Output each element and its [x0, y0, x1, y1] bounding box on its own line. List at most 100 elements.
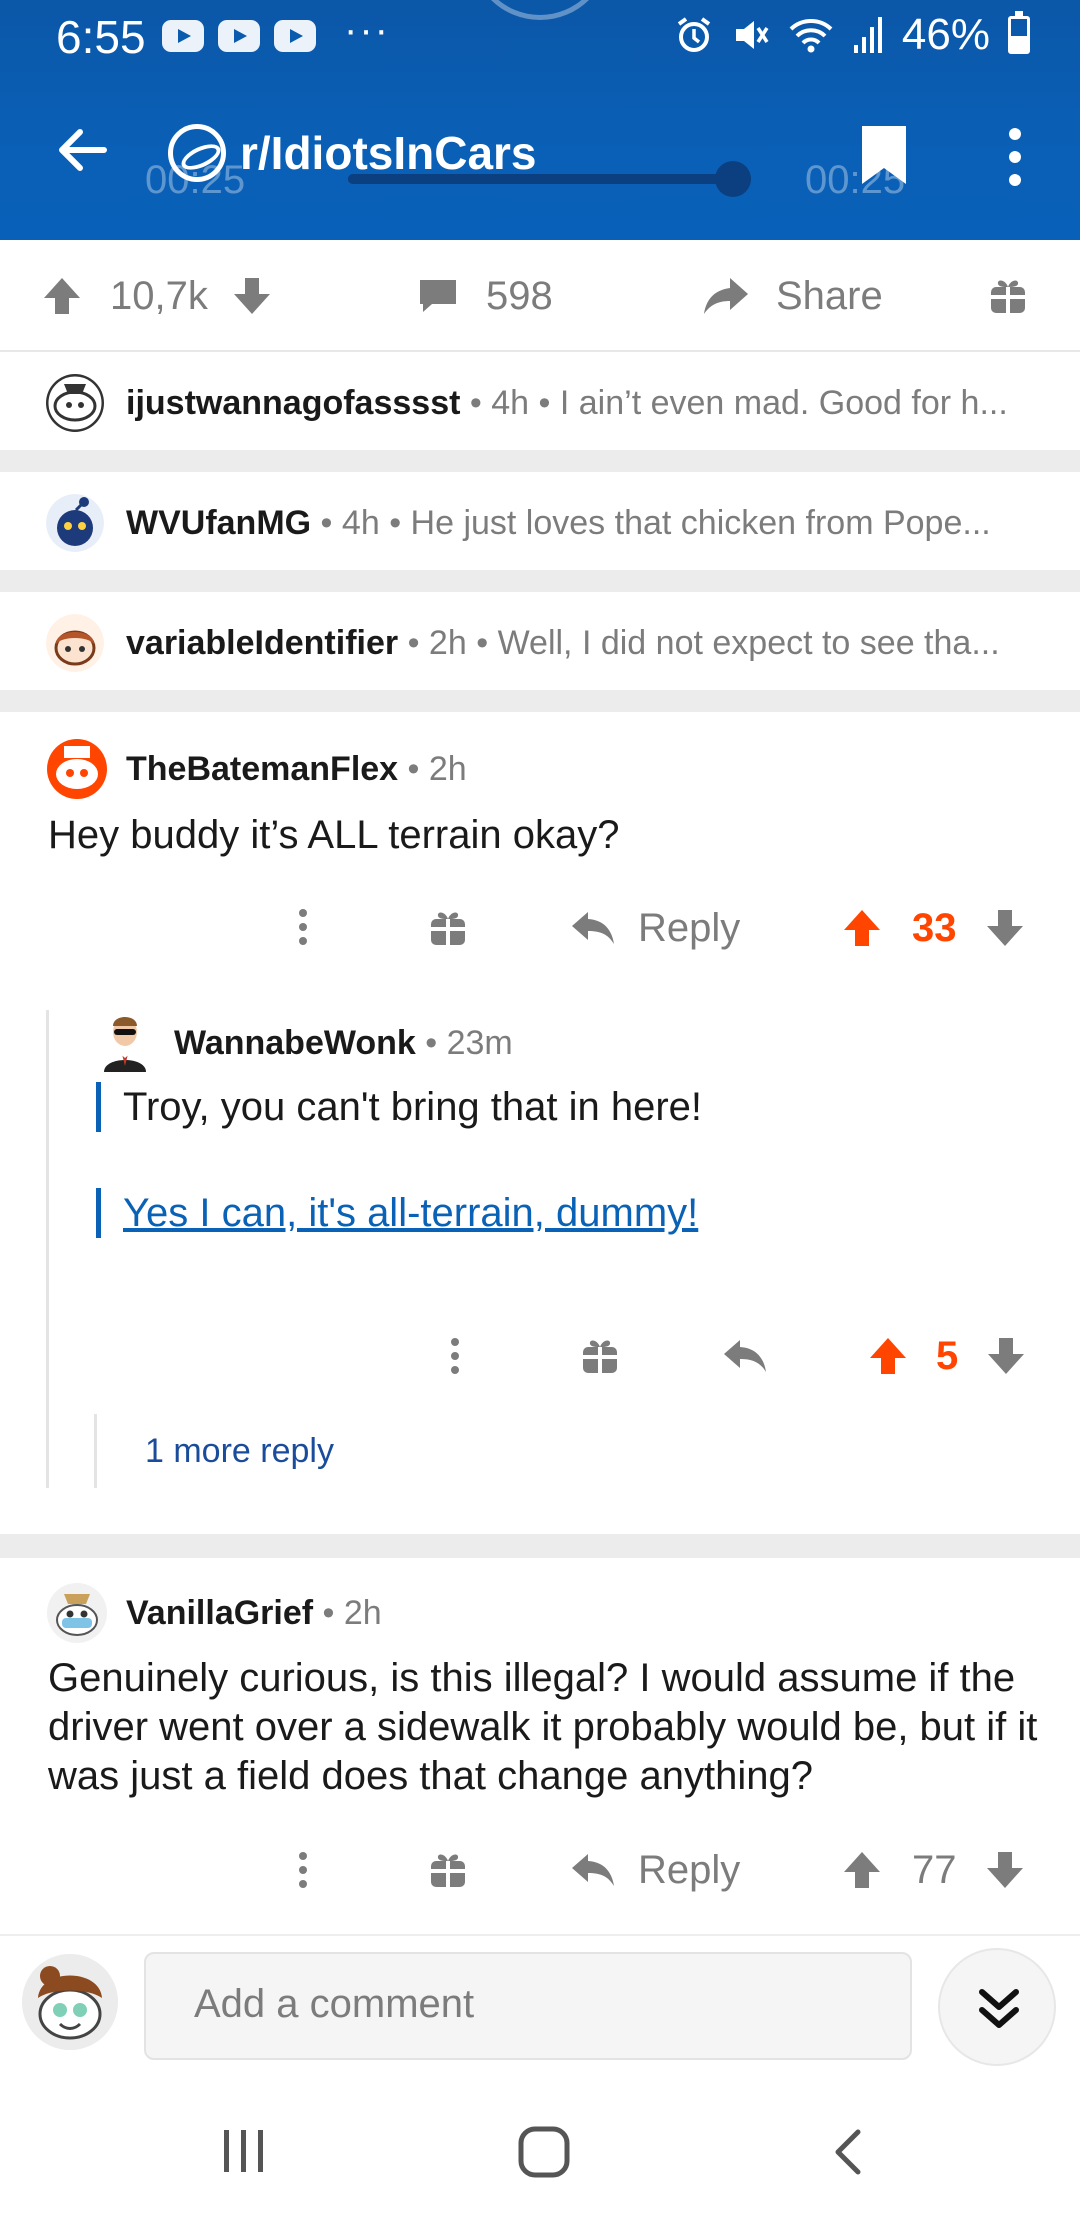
reply-quote: Troy, you can't bring that in here! [96, 1082, 702, 1132]
wifi-icon [789, 19, 833, 53]
status-time: 6:55 [56, 11, 146, 63]
thread-line[interactable] [94, 1414, 97, 1488]
upvote-icon[interactable] [866, 1334, 910, 1378]
comment-vote-group: 33 [840, 900, 1027, 956]
notification-icons [162, 20, 316, 52]
back-nav-icon[interactable] [828, 2126, 868, 2178]
overflow-icon[interactable] [1000, 124, 1030, 190]
comment-preview: I ain’t even mad. Good for h... [559, 384, 1008, 422]
subreddit-planet-icon[interactable] [168, 124, 226, 182]
username[interactable]: TheBatemanFlex [126, 750, 398, 788]
comment-preview: He just loves that chicken from Pope... [410, 504, 991, 542]
downvote-icon[interactable] [984, 1334, 1028, 1378]
share-button[interactable]: Share [702, 240, 883, 352]
username[interactable]: variableIdentifier [126, 624, 398, 662]
recent-apps-icon[interactable] [220, 2126, 268, 2176]
reply-icon [572, 912, 614, 944]
comment-age: 23m [446, 1024, 513, 1062]
upvote-icon[interactable] [840, 1848, 884, 1892]
status-right: 46% [674, 10, 1030, 60]
downvote-icon[interactable] [983, 1848, 1027, 1892]
comment-age: 4h [341, 504, 380, 542]
more-replies-link[interactable]: 1 more reply [145, 1432, 334, 1471]
user-avatar [46, 494, 104, 552]
comment-age: 2h [428, 624, 467, 662]
collapsed-comment[interactable]: ijustwannagofasssst • 4h • I ain’t even … [0, 354, 1080, 450]
reply-icon[interactable] [722, 1336, 768, 1376]
comment-overflow-icon[interactable] [440, 1334, 470, 1378]
thread-line[interactable] [46, 1010, 49, 1488]
quote-link[interactable]: Yes I can, it's all-terrain, dummy! [123, 1191, 698, 1235]
chevrons-down-icon [979, 1989, 1019, 2028]
alarm-icon [677, 17, 711, 52]
quote-text: Troy, you can't bring that in here! [123, 1085, 703, 1129]
share-label: Share [776, 273, 883, 318]
reply-icon [572, 1854, 614, 1886]
comment-score: 33 [912, 905, 957, 950]
reply-button[interactable]: Reply [570, 1842, 740, 1898]
comment-author-line: TheBatemanFlex • 2h [126, 750, 467, 788]
comment-divider [0, 570, 1080, 592]
downvote-icon[interactable] [983, 906, 1027, 950]
system-navigation-bar [0, 2080, 1080, 2220]
username[interactable]: ijustwannagofasssst [126, 384, 460, 422]
home-icon[interactable] [516, 2124, 572, 2180]
collapsed-comment-line: ijustwannagofasssst • 4h • I ain’t even … [126, 384, 1008, 422]
comment-body: Hey buddy it’s ALL terrain okay? [48, 813, 620, 857]
comment-preview: Well, I did not expect to see tha... [497, 624, 1000, 662]
user-avatar[interactable] [46, 1582, 108, 1644]
upvote-icon[interactable] [40, 274, 84, 318]
award-icon[interactable] [428, 908, 468, 948]
comment-divider [0, 450, 1080, 472]
comments-count: 598 [486, 273, 553, 318]
comments-count-button[interactable]: 598 [416, 240, 553, 352]
subreddit-name[interactable]: r/IdiotsInCars [240, 126, 537, 180]
comment-vote-group: 77 [840, 1842, 1027, 1898]
bookmark-icon[interactable] [858, 122, 910, 188]
battery-icon [1008, 11, 1030, 54]
collapsed-comment-line: WVUfanMG • 4h • He just loves that chick… [126, 504, 991, 542]
award-icon[interactable] [428, 1850, 468, 1890]
comment-vote-group: 5 [866, 1328, 1028, 1384]
reply-label: Reply [638, 1847, 741, 1892]
user-avatar[interactable] [98, 1014, 152, 1072]
comment-age: 2h [343, 1594, 382, 1632]
comment-composer: Add a comment [0, 1934, 1080, 2080]
back-arrow-icon[interactable] [52, 120, 112, 180]
more-notifications-icon: ··· [344, 8, 390, 52]
comment-author-line: VanillaGrief • 2h [126, 1594, 382, 1632]
reply-button[interactable]: Reply [570, 900, 740, 956]
username[interactable]: VanillaGrief [126, 1594, 313, 1632]
award-icon[interactable] [580, 1336, 620, 1376]
comment-divider [0, 690, 1080, 712]
user-avatar[interactable] [46, 738, 108, 800]
user-avatar [46, 374, 104, 432]
post-vote-group: 10,7k [40, 240, 274, 352]
youtube-notification-icon [162, 20, 204, 52]
username[interactable]: WVUfanMG [126, 504, 311, 542]
app-header: 6:55 ··· 46% 00:25 00:25 r/IdiotsInCars [0, 0, 1080, 240]
award-button[interactable] [988, 240, 1028, 352]
downvote-icon[interactable] [230, 274, 274, 318]
signal-icon [853, 17, 882, 53]
upvote-icon[interactable] [840, 906, 884, 950]
add-comment-input[interactable]: Add a comment [144, 1952, 912, 2060]
comment-score: 5 [936, 1333, 959, 1378]
status-bar: 6:55 ··· 46% [0, 0, 1080, 72]
award-icon [991, 280, 1025, 313]
video-progress-knob[interactable] [715, 161, 751, 197]
username[interactable]: WannabeWonk [174, 1024, 416, 1062]
collapsed-comment[interactable]: variableIdentifier • 2h • Well, I did no… [0, 594, 1080, 690]
comment-overflow-icon[interactable] [288, 905, 318, 949]
battery-percent: 46% [901, 10, 990, 59]
collapsed-comment[interactable]: WVUfanMG • 4h • He just loves that chick… [0, 474, 1080, 570]
youtube-notification-icon [274, 20, 316, 52]
current-user-avatar[interactable] [22, 1954, 118, 2050]
post-action-bar: 10,7k 598 Share [0, 240, 1080, 352]
comment-overflow-icon[interactable] [288, 1848, 318, 1892]
reply-quote-link: Yes I can, it's all-terrain, dummy! [96, 1188, 698, 1238]
user-avatar [46, 614, 104, 672]
jump-to-next-button[interactable] [938, 1948, 1056, 2066]
collapsed-comment-line: variableIdentifier • 2h • Well, I did no… [126, 624, 1000, 662]
reply-label: Reply [638, 905, 741, 950]
